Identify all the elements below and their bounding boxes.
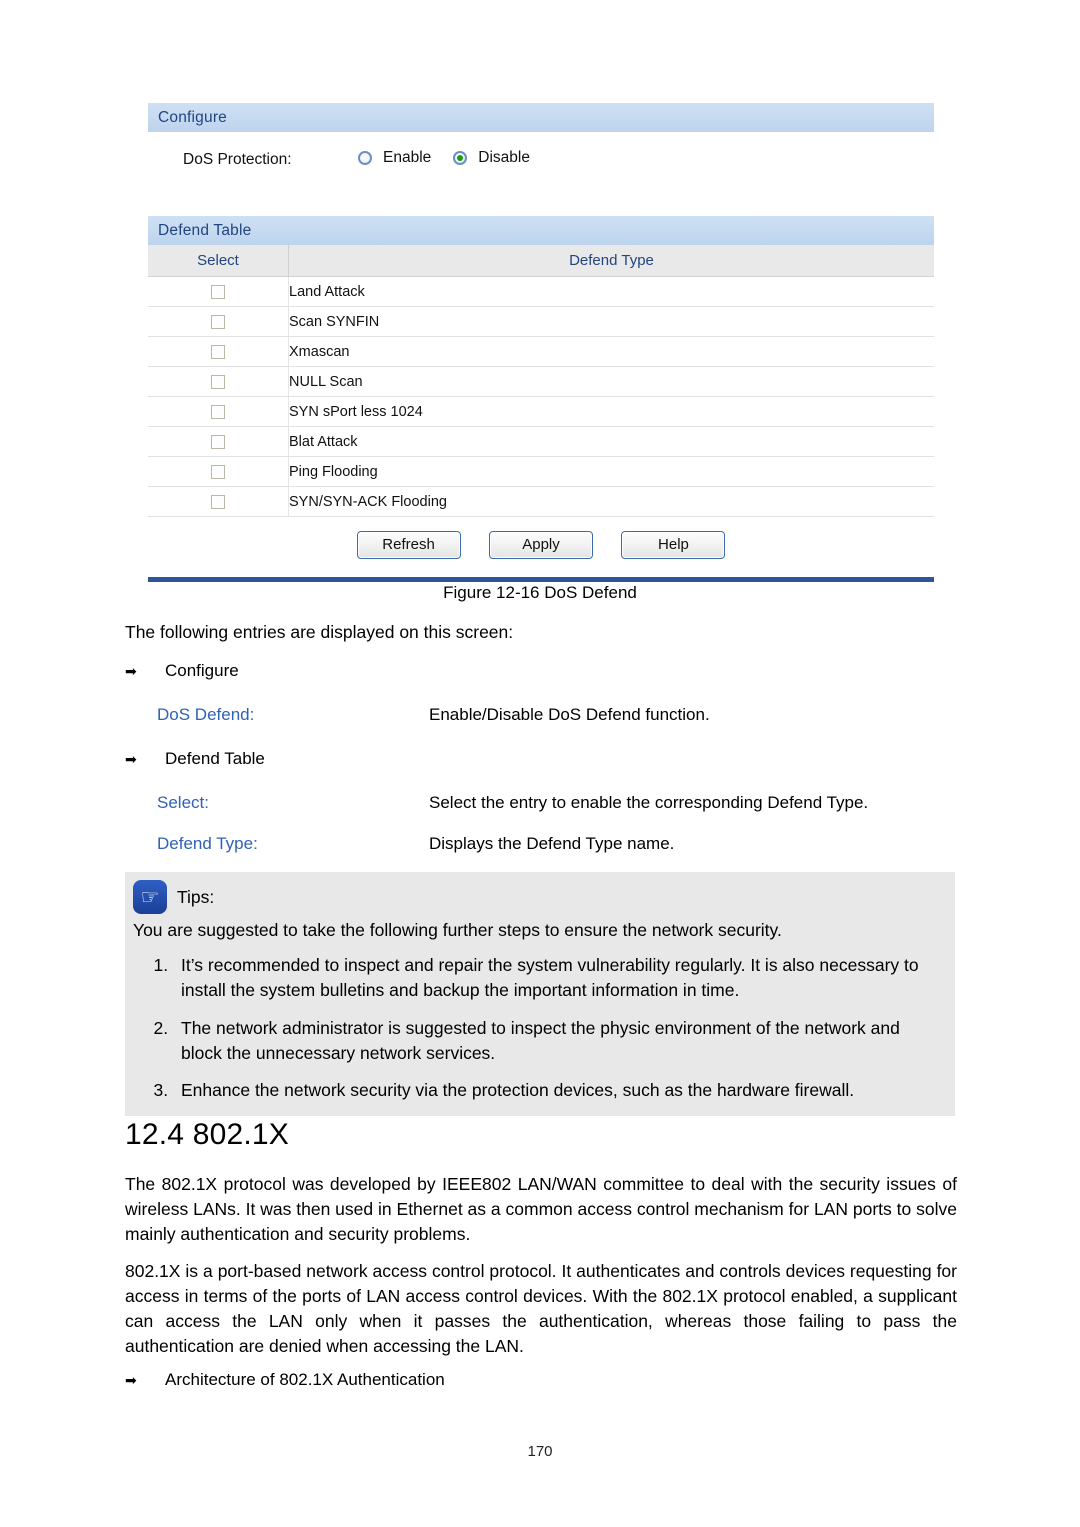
entry-description: Displays the Defend Type name. <box>429 834 675 853</box>
list-item: The network administrator is suggested t… <box>173 1016 939 1067</box>
table-row: Xmascan <box>148 336 934 367</box>
row-defend-type: Blat Attack <box>288 426 934 457</box>
checkbox-icon[interactable] <box>211 344 225 359</box>
panel-spacer <box>148 204 934 216</box>
row-select-cell[interactable] <box>148 306 289 337</box>
row-select-cell[interactable] <box>148 486 289 517</box>
bullet-arrow-icon: ➡ <box>125 751 137 767</box>
tips-lead-text: You are suggested to take the following … <box>133 920 782 940</box>
apply-button[interactable]: Apply <box>489 531 593 559</box>
checkbox-icon[interactable] <box>211 374 225 389</box>
bullet-architecture-label: Architecture of 802.1X Authentication <box>165 1370 445 1389</box>
row-select-cell[interactable] <box>148 276 289 307</box>
figure-caption: Figure 12-16 DoS Defend <box>443 583 637 602</box>
table-row: Scan SYNFIN <box>148 306 934 337</box>
panel-bottom-rule <box>148 577 934 582</box>
configure-panel-header: Configure <box>148 103 934 132</box>
checkbox-icon[interactable] <box>211 464 225 479</box>
row-select-cell[interactable] <box>148 366 289 397</box>
row-defend-type: Ping Flooding <box>288 456 934 487</box>
bullet-configure-label: Configure <box>165 661 239 680</box>
defend-table: Select Defend Type Land Attack Scan SYNF… <box>148 245 934 517</box>
table-row: SYN sPort less 1024 <box>148 396 934 427</box>
row-select-cell[interactable] <box>148 456 289 487</box>
entry-dos-defend: DoS Defend: Enable/Disable DoS Defend fun… <box>157 705 957 725</box>
bullet-architecture: ➡ Architecture of 802.1X Authentication <box>125 1370 445 1390</box>
refresh-button[interactable]: Refresh <box>356 531 461 559</box>
table-header-row: Select Defend Type <box>148 245 934 277</box>
checkbox-icon[interactable] <box>211 434 225 449</box>
configure-panel-body: DoS Protection: Enable Disable <box>148 132 934 204</box>
pointing-hand-icon: ☞ <box>133 880 167 914</box>
tips-box: ☞ Tips: You are suggested to take the fo… <box>125 872 955 1116</box>
row-select-cell[interactable] <box>148 396 289 427</box>
defend-table-panel-header: Defend Table <box>148 216 934 245</box>
section-paragraph-1: The 802.1X protocol was developed by IEE… <box>125 1174 957 1244</box>
entry-defend-type: Defend Type: Displays the Defend Type nam… <box>157 834 957 854</box>
section-heading: 12.4 802.1X <box>125 1118 290 1151</box>
table-row: Ping Flooding <box>148 456 934 487</box>
table-row: NULL Scan <box>148 366 934 397</box>
radio-enable-label: Enable <box>383 149 432 166</box>
radio-disable-label: Disable <box>478 149 530 166</box>
entry-description: Select the entry to enable the correspon… <box>429 793 869 812</box>
entry-select: Select: Select the entry to enable the co… <box>157 793 957 813</box>
action-button-bar: Refresh Apply Help <box>148 517 934 577</box>
dos-protection-radio-group: Enable Disable <box>358 149 530 167</box>
dos-defend-screenshot: Configure DoS Protection: Enable Disable… <box>148 103 934 582</box>
bullet-defend-table: ➡ Defend Table <box>125 749 265 769</box>
row-defend-type: SYN sPort less 1024 <box>288 396 934 427</box>
section-paragraph-2: 802.1X is a port-based network access co… <box>125 1261 957 1356</box>
entry-term: Select: <box>157 793 209 812</box>
table-row: SYN/SYN-ACK Flooding <box>148 486 934 517</box>
row-defend-type: Xmascan <box>288 336 934 367</box>
tips-header: ☞ Tips: <box>125 872 955 916</box>
tips-title: Tips: <box>177 886 215 907</box>
column-header-select: Select <box>148 245 289 277</box>
row-select-cell[interactable] <box>148 426 289 457</box>
entry-term: Defend Type: <box>157 834 258 853</box>
page-number: 170 <box>527 1443 553 1460</box>
checkbox-icon[interactable] <box>211 314 225 329</box>
document-page: Configure DoS Protection: Enable Disable… <box>0 0 1080 1527</box>
bullet-arrow-icon: ➡ <box>125 1372 137 1388</box>
row-select-cell[interactable] <box>148 336 289 367</box>
radio-option-disable[interactable]: Disable <box>453 149 530 167</box>
row-defend-type: Land Attack <box>288 276 934 307</box>
list-item: It’s recommended to inspect and repair t… <box>173 953 939 1004</box>
bullet-arrow-icon: ➡ <box>125 663 137 679</box>
intro-text: The following entries are displayed on t… <box>125 622 514 642</box>
radio-disable-icon[interactable] <box>453 151 468 165</box>
table-row: Land Attack <box>148 276 934 307</box>
checkbox-icon[interactable] <box>211 284 225 299</box>
dos-protection-label: DoS Protection: <box>183 151 292 168</box>
checkbox-icon[interactable] <box>211 494 225 509</box>
help-button[interactable]: Help <box>621 531 726 559</box>
checkbox-icon[interactable] <box>211 404 225 419</box>
entry-description: Enable/Disable DoS Defend function. <box>429 705 710 724</box>
row-defend-type: SYN/SYN-ACK Flooding <box>288 486 934 517</box>
entry-term: DoS Defend: <box>157 705 255 724</box>
tips-list: It’s recommended to inspect and repair t… <box>125 953 955 1104</box>
bullet-defend-table-label: Defend Table <box>165 749 265 768</box>
column-header-defend-type: Defend Type <box>288 245 934 277</box>
row-defend-type: Scan SYNFIN <box>288 306 934 337</box>
bullet-configure: ➡ Configure <box>125 661 239 681</box>
row-defend-type: NULL Scan <box>288 366 934 397</box>
table-row: Blat Attack <box>148 426 934 457</box>
radio-option-enable[interactable]: Enable <box>358 149 431 167</box>
radio-enable-icon[interactable] <box>358 151 372 165</box>
list-item: Enhance the network security via the pro… <box>173 1078 939 1103</box>
